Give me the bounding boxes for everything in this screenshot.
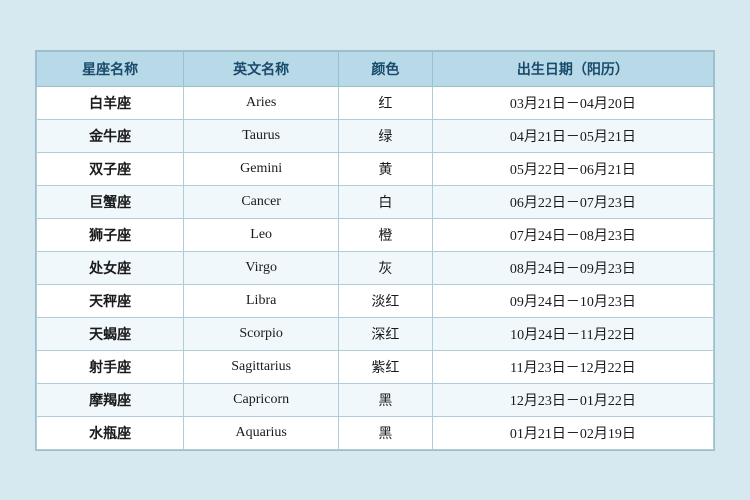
cell-english-name: Capricorn (184, 383, 339, 416)
cell-chinese-name: 狮子座 (37, 218, 184, 251)
header-english-name: 英文名称 (184, 51, 339, 86)
table-row: 处女座Virgo灰08月24日－09月23日 (37, 251, 714, 284)
cell-color: 淡红 (339, 284, 433, 317)
header-dates: 出生日期（阳历） (432, 51, 713, 86)
table-header-row: 星座名称 英文名称 颜色 出生日期（阳历） (37, 51, 714, 86)
cell-chinese-name: 巨蟹座 (37, 185, 184, 218)
table-row: 天蝎座Scorpio深红10月24日－11月22日 (37, 317, 714, 350)
cell-dates: 05月22日－06月21日 (432, 152, 713, 185)
table-row: 射手座Sagittarius紫红11月23日－12月22日 (37, 350, 714, 383)
cell-chinese-name: 射手座 (37, 350, 184, 383)
cell-english-name: Libra (184, 284, 339, 317)
cell-color: 黑 (339, 383, 433, 416)
cell-chinese-name: 水瓶座 (37, 416, 184, 449)
cell-dates: 07月24日－08月23日 (432, 218, 713, 251)
cell-color: 深红 (339, 317, 433, 350)
table-row: 天秤座Libra淡红09月24日－10月23日 (37, 284, 714, 317)
table-row: 白羊座Aries红03月21日－04月20日 (37, 86, 714, 119)
cell-english-name: Virgo (184, 251, 339, 284)
cell-chinese-name: 处女座 (37, 251, 184, 284)
cell-english-name: Gemini (184, 152, 339, 185)
cell-color: 灰 (339, 251, 433, 284)
cell-color: 黑 (339, 416, 433, 449)
table-row: 摩羯座Capricorn黑12月23日－01月22日 (37, 383, 714, 416)
cell-dates: 10月24日－11月22日 (432, 317, 713, 350)
cell-dates: 06月22日－07月23日 (432, 185, 713, 218)
cell-color: 黄 (339, 152, 433, 185)
cell-english-name: Scorpio (184, 317, 339, 350)
cell-color: 白 (339, 185, 433, 218)
cell-chinese-name: 天秤座 (37, 284, 184, 317)
cell-chinese-name: 白羊座 (37, 86, 184, 119)
cell-dates: 04月21日－05月21日 (432, 119, 713, 152)
zodiac-table-wrapper: 星座名称 英文名称 颜色 出生日期（阳历） 白羊座Aries红03月21日－04… (35, 50, 715, 451)
cell-color: 紫红 (339, 350, 433, 383)
cell-dates: 09月24日－10月23日 (432, 284, 713, 317)
cell-chinese-name: 天蝎座 (37, 317, 184, 350)
cell-chinese-name: 金牛座 (37, 119, 184, 152)
table-body: 白羊座Aries红03月21日－04月20日金牛座Taurus绿04月21日－0… (37, 86, 714, 449)
cell-english-name: Aries (184, 86, 339, 119)
zodiac-table: 星座名称 英文名称 颜色 出生日期（阳历） 白羊座Aries红03月21日－04… (36, 51, 714, 450)
cell-english-name: Cancer (184, 185, 339, 218)
cell-english-name: Aquarius (184, 416, 339, 449)
cell-dates: 12月23日－01月22日 (432, 383, 713, 416)
cell-dates: 01月21日－02月19日 (432, 416, 713, 449)
cell-color: 橙 (339, 218, 433, 251)
table-row: 巨蟹座Cancer白06月22日－07月23日 (37, 185, 714, 218)
cell-color: 绿 (339, 119, 433, 152)
header-color: 颜色 (339, 51, 433, 86)
header-chinese-name: 星座名称 (37, 51, 184, 86)
cell-english-name: Taurus (184, 119, 339, 152)
cell-dates: 08月24日－09月23日 (432, 251, 713, 284)
cell-color: 红 (339, 86, 433, 119)
cell-dates: 11月23日－12月22日 (432, 350, 713, 383)
table-row: 水瓶座Aquarius黑01月21日－02月19日 (37, 416, 714, 449)
table-row: 狮子座Leo橙07月24日－08月23日 (37, 218, 714, 251)
cell-chinese-name: 摩羯座 (37, 383, 184, 416)
cell-chinese-name: 双子座 (37, 152, 184, 185)
cell-english-name: Sagittarius (184, 350, 339, 383)
cell-english-name: Leo (184, 218, 339, 251)
table-row: 金牛座Taurus绿04月21日－05月21日 (37, 119, 714, 152)
cell-dates: 03月21日－04月20日 (432, 86, 713, 119)
table-row: 双子座Gemini黄05月22日－06月21日 (37, 152, 714, 185)
